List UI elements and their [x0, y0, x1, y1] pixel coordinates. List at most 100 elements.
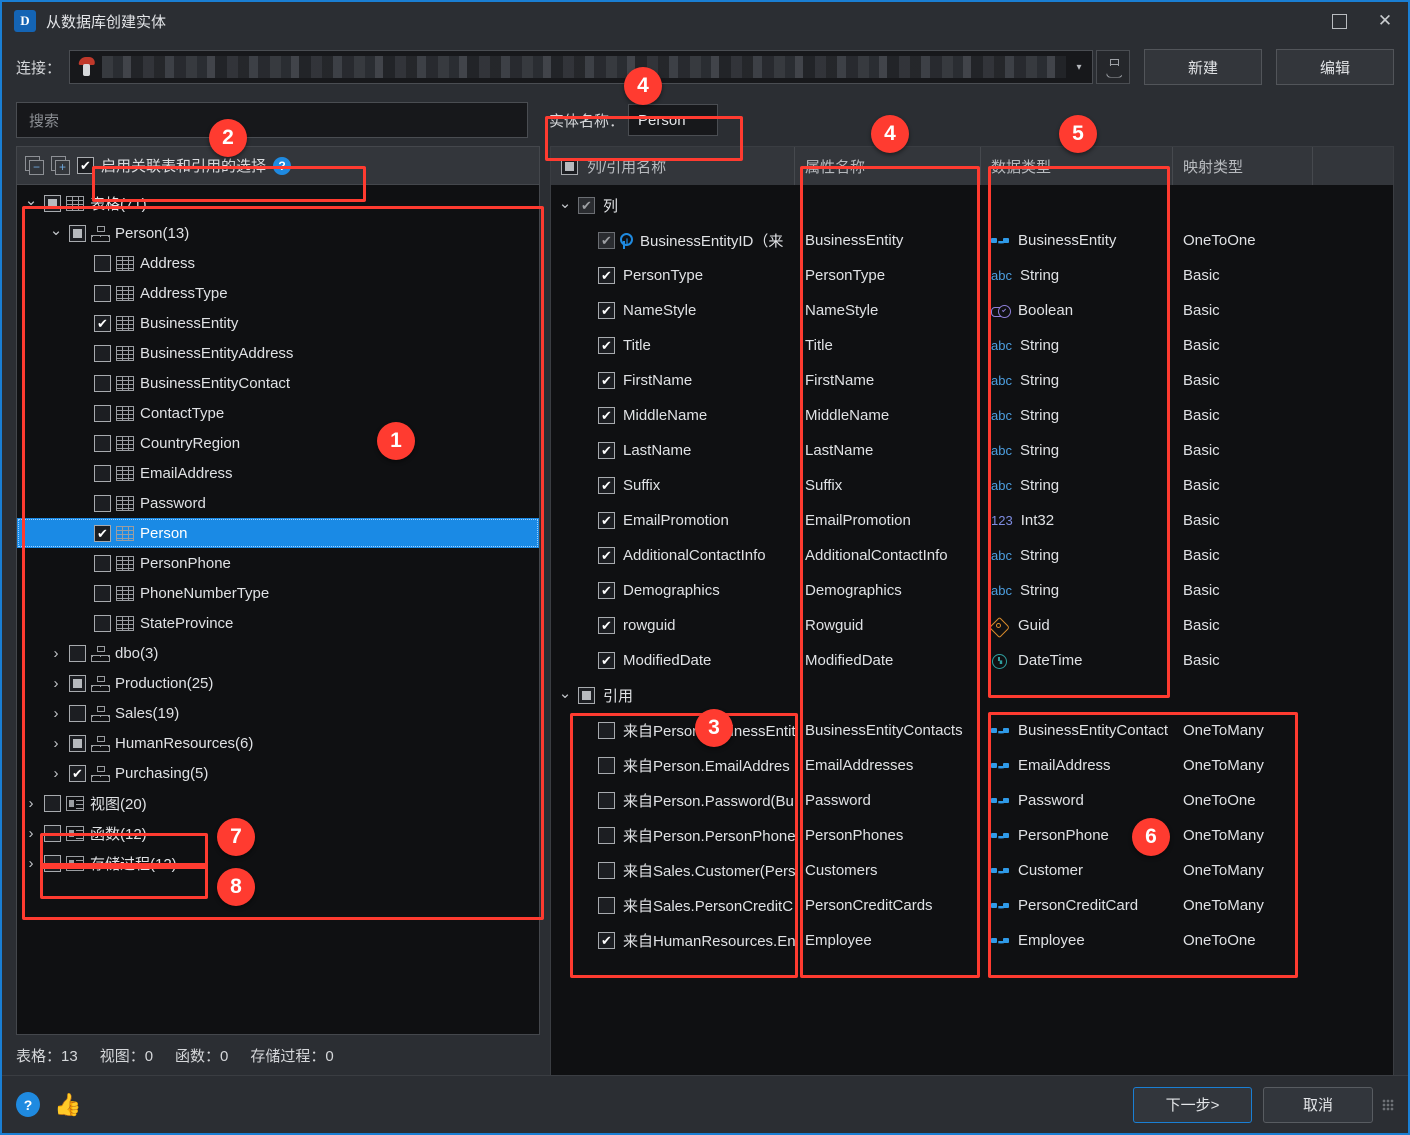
chevron-right-icon[interactable]: › — [48, 645, 64, 662]
grid-row-checkbox[interactable] — [598, 862, 615, 879]
tree-item[interactable]: Address — [17, 248, 539, 278]
tree-item[interactable]: ⌄ 表格(71) — [17, 188, 539, 218]
tree-item-checkbox[interactable] — [69, 764, 86, 782]
resize-grip-icon[interactable] — [1382, 1098, 1394, 1111]
grid-row-checkbox[interactable] — [598, 792, 615, 809]
grid-cell-mapping[interactable]: OneToMany — [1173, 748, 1313, 783]
grid-row[interactable]: 来自Sales.PersonCreditC PersonCreditCards Pe… — [551, 888, 1393, 923]
tree-item[interactable]: BusinessEntity — [17, 308, 539, 338]
tree-item-checkbox[interactable] — [44, 824, 61, 842]
grid-cell-name[interactable]: BusinessEntityID（来 — [551, 223, 795, 258]
grid-row-checkbox[interactable] — [578, 197, 595, 214]
grid-cell-datatype[interactable]: abc String — [981, 433, 1173, 468]
grid-cell-mapping[interactable]: Basic — [1173, 538, 1313, 573]
grid-cell-attribute[interactable]: Rowguid — [795, 608, 981, 643]
grid-cell-name[interactable]: ⌄列 — [551, 188, 795, 223]
grid-row[interactable]: AdditionalContactInfo AdditionalContactIn… — [551, 538, 1393, 573]
grid-cell-attribute[interactable]: LastName — [795, 433, 981, 468]
tree-item[interactable]: StateProvince — [17, 608, 539, 638]
grid-rows-container[interactable]: ⌄列BusinessEntityID（来BusinessEntityBusine… — [551, 185, 1393, 1075]
grid-cell-datatype[interactable]: abc String — [981, 363, 1173, 398]
grid-cell-mapping[interactable]: Basic — [1173, 643, 1313, 678]
grid-cell-mapping[interactable] — [1173, 678, 1313, 713]
grid-cell-attribute[interactable]: Employee — [795, 923, 981, 958]
grid-row-checkbox[interactable] — [598, 232, 615, 249]
tree-item-checkbox[interactable] — [94, 554, 111, 572]
tree-item-checkbox[interactable] — [94, 494, 111, 512]
grid-row[interactable]: 来自Person.PersonPhone PersonPhones PersonPh… — [551, 818, 1393, 853]
tree-item[interactable]: › 存储过程(12) — [17, 848, 539, 878]
next-button[interactable]: 下一步> — [1133, 1086, 1252, 1123]
expand-all-icon[interactable]: + — [51, 155, 71, 176]
grid-cell-attribute[interactable]: PersonType — [795, 258, 981, 293]
grid-cell-name[interactable]: FirstName — [551, 363, 795, 398]
tree-item-checkbox[interactable] — [69, 734, 86, 752]
grid-cell-mapping[interactable]: Basic — [1173, 433, 1313, 468]
tree-item-checkbox[interactable] — [94, 614, 111, 632]
grid-row-checkbox[interactable] — [598, 617, 615, 634]
chevron-down-icon[interactable]: ⌄ — [557, 684, 573, 702]
grid-cell-datatype[interactable]: PersonCreditCard — [981, 888, 1173, 923]
test-connection-button[interactable] — [1096, 50, 1130, 84]
grid-row[interactable]: EmailPromotion EmailPromotion 123 Int32 Basi… — [551, 503, 1393, 538]
tree-item-checkbox[interactable] — [44, 854, 61, 872]
tree-item[interactable]: ContactType — [17, 398, 539, 428]
tree-item[interactable]: › Purchasing(5) — [17, 758, 539, 788]
thumbs-up-icon[interactable]: 👍 — [54, 1093, 81, 1116]
grid-row-checkbox[interactable] — [598, 652, 615, 669]
grid-row[interactable]: NameStyle NameStyle Boolean Basic — [551, 293, 1393, 328]
grid-header-data-type[interactable]: 数据类型 — [981, 147, 1173, 185]
tree-item[interactable]: › dbo(3) — [17, 638, 539, 668]
grid-cell-mapping[interactable]: OneToOne — [1173, 923, 1313, 958]
grid-cell-attribute[interactable]: PersonPhones — [795, 818, 981, 853]
grid-cell-attribute[interactable]: MiddleName — [795, 398, 981, 433]
tree-item-checkbox[interactable] — [69, 644, 86, 662]
grid-cell-mapping[interactable]: Basic — [1173, 363, 1313, 398]
grid-cell-attribute[interactable]: ModifiedDate — [795, 643, 981, 678]
grid-row-checkbox[interactable] — [598, 477, 615, 494]
tree-item-checkbox[interactable] — [94, 524, 111, 542]
tree-item[interactable]: PhoneNumberType — [17, 578, 539, 608]
tree-item[interactable]: › Sales(19) — [17, 698, 539, 728]
grid-cell-attribute[interactable]: Suffix — [795, 468, 981, 503]
grid-row[interactable]: 来自Person.EmailAddres EmailAddresses EmailA… — [551, 748, 1393, 783]
tree-item-checkbox[interactable] — [94, 374, 111, 392]
tree-item[interactable]: › 视图(20) — [17, 788, 539, 818]
grid-cell-name[interactable]: 来自Person.Password(Bu — [551, 783, 795, 818]
grid-cell-mapping[interactable]: Basic — [1173, 468, 1313, 503]
maximize-button[interactable] — [1316, 2, 1362, 40]
grid-cell-mapping[interactable]: Basic — [1173, 608, 1313, 643]
grid-row[interactable]: 来自Person.BusinessEntit BusinessEntityCont… — [551, 713, 1393, 748]
cancel-button[interactable]: 取消 — [1263, 1086, 1373, 1123]
chevron-right-icon[interactable]: › — [23, 855, 39, 872]
question-mark-icon[interactable]: ? — [273, 156, 292, 175]
grid-cell-datatype[interactable]: Guid — [981, 608, 1173, 643]
grid-cell-name[interactable]: 来自Sales.Customer(Pers — [551, 853, 795, 888]
chevron-right-icon[interactable]: › — [48, 705, 64, 722]
tree-item-checkbox[interactable] — [44, 794, 61, 812]
grid-row[interactable]: ⌄ 引用 — [551, 678, 1393, 713]
grid-cell-datatype[interactable]: Password — [981, 783, 1173, 818]
chevron-right-icon[interactable]: › — [48, 735, 64, 752]
new-connection-button[interactable]: 新建 — [1144, 49, 1262, 85]
grid-cell-attribute[interactable]: Demographics — [795, 573, 981, 608]
select-all-columns-checkbox[interactable] — [561, 157, 578, 175]
grid-cell-name[interactable]: rowguid — [551, 608, 795, 643]
grid-cell-name[interactable]: Suffix — [551, 468, 795, 503]
grid-cell-datatype[interactable]: Employee — [981, 923, 1173, 958]
tree-item-checkbox[interactable] — [44, 194, 61, 212]
grid-row[interactable]: rowguid Rowguid Guid Basic — [551, 608, 1393, 643]
grid-row[interactable]: ⌄列 — [551, 188, 1393, 223]
grid-row-checkbox[interactable] — [598, 372, 615, 389]
grid-cell-name[interactable]: NameStyle — [551, 293, 795, 328]
tree-item[interactable]: EmailAddress — [17, 458, 539, 488]
chevron-right-icon[interactable]: › — [23, 795, 39, 812]
grid-row[interactable]: Title Title abc String Basic — [551, 328, 1393, 363]
grid-row[interactable]: Demographics Demographics abc String Basic — [551, 573, 1393, 608]
tree-item-checkbox[interactable] — [69, 674, 86, 692]
grid-cell-mapping[interactable]: Basic — [1173, 258, 1313, 293]
objects-tree[interactable]: ⌄ 表格(71) ⌄ Person(13) Address AddressType Busi… — [16, 184, 540, 1035]
grid-cell-name[interactable]: Demographics — [551, 573, 795, 608]
enable-related-checkbox[interactable] — [77, 157, 94, 174]
grid-cell-mapping[interactable]: Basic — [1173, 293, 1313, 328]
